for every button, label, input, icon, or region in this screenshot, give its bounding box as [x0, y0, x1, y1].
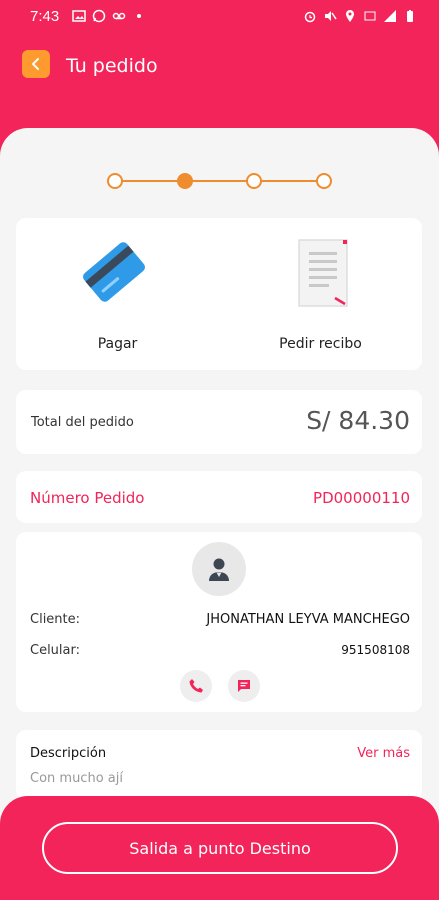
description-label: Descripción — [30, 746, 107, 761]
message-button[interactable] — [228, 670, 260, 702]
back-arrow-icon — [32, 58, 39, 70]
step-4 — [316, 173, 332, 189]
request-receipt-action[interactable]: Pedir recibo — [219, 218, 422, 370]
client-card: Cliente: JHONATHAN LEYVA MANCHEGO Celula… — [16, 532, 422, 712]
user-avatar-icon — [209, 558, 229, 581]
step-2-active — [177, 173, 193, 189]
order-number-label: Número Pedido — [30, 489, 145, 507]
total-label: Total del pedido — [31, 415, 134, 430]
receipt-icon — [298, 239, 348, 307]
actions-card: Pagar Pedir recibo — [16, 218, 422, 370]
progress-stepper — [107, 172, 332, 190]
bottom-bar: Salida a punto Destino — [0, 796, 439, 900]
pay-action[interactable]: Pagar — [16, 218, 219, 370]
phone-label: Celular: — [30, 643, 81, 658]
voicemail-icon — [112, 12, 126, 20]
phone-number: 951508108 — [341, 643, 410, 657]
battery-icon — [407, 10, 413, 22]
back-button[interactable] — [22, 50, 50, 78]
message-icon — [238, 680, 250, 692]
client-label: Cliente: — [30, 612, 81, 627]
call-button[interactable] — [180, 670, 212, 702]
dot-icon — [137, 14, 141, 18]
total-card: Total del pedido S/ 84.30 — [16, 390, 422, 454]
status-left-icons — [72, 9, 146, 23]
order-number-value: PD00000110 — [313, 489, 410, 507]
receipt-label: Pedir recibo — [279, 336, 362, 352]
mute-icon — [325, 11, 337, 21]
pay-label: Pagar — [97, 336, 138, 352]
see-more-link[interactable]: Ver más — [357, 746, 410, 761]
image-notification-icon — [72, 10, 86, 22]
total-value: S/ 84.30 — [306, 406, 410, 435]
page-title: Tu pedido — [66, 55, 158, 77]
credit-card-icon — [83, 242, 145, 302]
content-sheet: Pagar Pedir recibo Total del pedido S/ 8… — [0, 128, 439, 900]
status-right-icons — [303, 9, 417, 23]
signal-icon — [384, 10, 396, 22]
order-number-card: Número Pedido PD00000110 — [16, 471, 422, 523]
status-time: 7:43 — [30, 8, 60, 25]
step-1 — [107, 173, 123, 189]
avatar — [192, 542, 246, 596]
status-bar: 7:43 — [0, 0, 439, 34]
description-value: Con mucho ají — [30, 771, 123, 786]
header: Tu pedido — [0, 48, 439, 88]
description-card: Descripción Ver más Con mucho ají — [16, 730, 422, 800]
step-3 — [246, 173, 262, 189]
whatsapp-icon — [92, 9, 106, 23]
client-name: JHONATHAN LEYVA MANCHEGO — [206, 612, 410, 627]
stepper-line — [115, 180, 323, 182]
phone-icon — [189, 679, 203, 693]
depart-destination-button[interactable]: Salida a punto Destino — [42, 822, 398, 874]
location-icon — [346, 10, 354, 22]
lte-icon — [364, 11, 376, 21]
alarm-icon — [304, 11, 316, 23]
